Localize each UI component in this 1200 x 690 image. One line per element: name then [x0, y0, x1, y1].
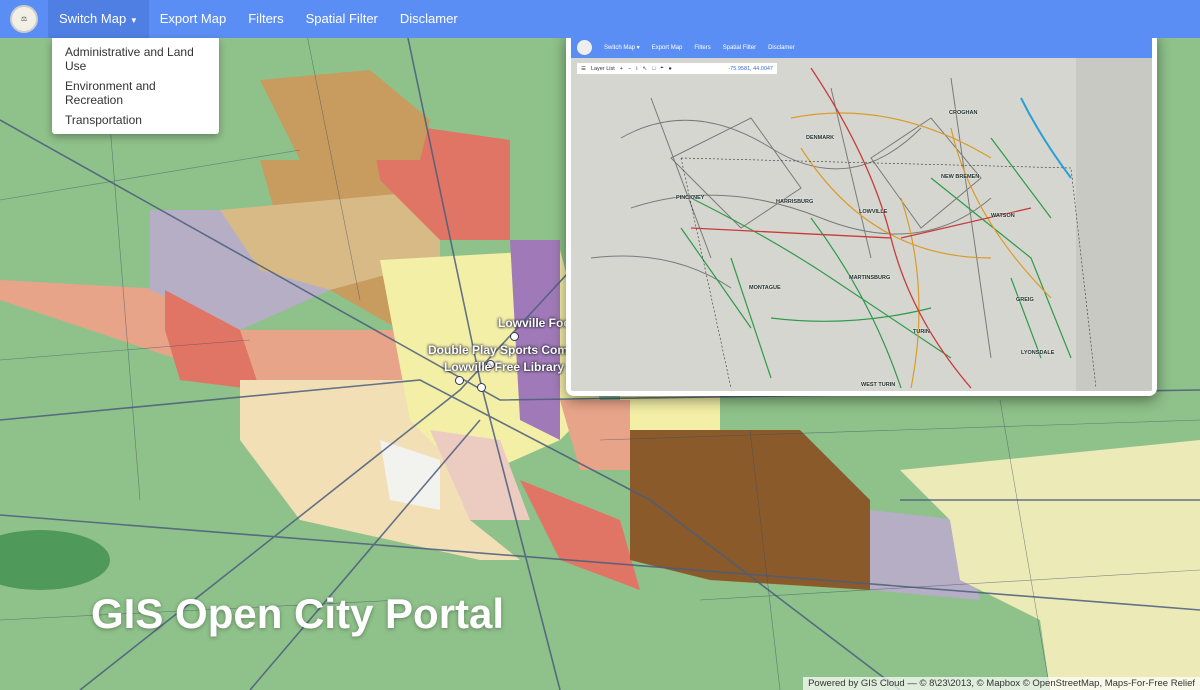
globe-icon: ●: [668, 65, 672, 72]
town-label: NEW BREMEN: [941, 174, 980, 180]
select-box-icon: □: [652, 65, 656, 72]
town-label: LOWVILLE: [859, 209, 888, 215]
inset-nav-disclamer: Disclamer: [768, 44, 795, 51]
town-label: GREIG: [1016, 297, 1034, 303]
inset-logo: [577, 40, 592, 55]
list-icon: ☰: [581, 65, 586, 72]
inset-map: [571, 58, 1152, 391]
nav-disclamer[interactable]: Disclamer: [389, 0, 469, 38]
town-label: WATSON: [991, 213, 1015, 219]
town-label: MONTAGUE: [749, 285, 781, 291]
town-label: DENMARK: [806, 135, 835, 141]
zoom-in-icon: +: [619, 65, 624, 72]
town-label: LYONSDALE: [1021, 350, 1055, 356]
caret-down-icon: ▼: [129, 16, 138, 25]
poi-marker[interactable]: [455, 376, 464, 385]
locate-icon: ⌖: [660, 65, 664, 71]
inset-nav-filters: Filters: [694, 44, 711, 51]
town-label: HARRISBURG: [776, 199, 814, 205]
switch-map-label: Switch Map: [59, 11, 127, 26]
nav-spatial-filter[interactable]: Spatial Filter: [295, 0, 389, 38]
nav-switch-map[interactable]: Switch Map ▼: [48, 0, 149, 38]
nav-export-map[interactable]: Export Map: [149, 0, 237, 38]
switch-map-dropdown: Administrative and Land Use Environment …: [52, 38, 219, 134]
top-navbar: ⚖ Switch Map ▼ Export Map Filters Spatia…: [0, 0, 1200, 38]
town-label: MARTINSBURG: [849, 275, 891, 281]
inset-toolbar: ☰ Layer List + − i ↖ □ ⌖ ● -75.9581, 44.…: [577, 63, 777, 74]
inset-nav-export-map: Export Map: [651, 44, 683, 51]
map-attribution: Powered by GIS Cloud — © 8\23\2013, © Ma…: [803, 677, 1200, 690]
inset-layer-list: Layer List: [590, 65, 615, 72]
menu-item-transportation[interactable]: Transportation: [52, 110, 219, 130]
town-label: WEST TURIN: [861, 382, 896, 388]
nav-filters[interactable]: Filters: [237, 0, 294, 38]
inset-navbar: Switch Map ▾ Export Map Filters Spatial …: [571, 37, 1152, 58]
menu-item-environment[interactable]: Environment and Recreation: [52, 76, 219, 110]
inset-coordinates: -75.9581, 44.0047: [728, 65, 773, 72]
map-label-library[interactable]: Lowville Free Library: [444, 360, 564, 374]
pointer-icon: ↖: [642, 65, 648, 72]
map-label-double-play[interactable]: Double Play Sports Comm: [428, 343, 579, 357]
info-icon: i: [636, 65, 638, 72]
town-label: CROGHAN: [949, 110, 978, 116]
inset-nav-switch-map: Switch Map ▾: [604, 45, 640, 51]
inset-nav-spatial-filter: Spatial Filter: [722, 44, 757, 51]
town-label: TURIN: [913, 329, 930, 335]
menu-item-administrative[interactable]: Administrative and Land Use: [52, 42, 219, 76]
town-label: PINCKNEY: [676, 195, 705, 201]
zoom-out-icon: −: [628, 65, 632, 72]
poi-marker[interactable]: [477, 383, 486, 392]
poi-marker[interactable]: [510, 332, 519, 341]
inset-screenshot-preview: Switch Map ▾ Export Map Filters Spatial …: [566, 32, 1157, 396]
page-title: GIS Open City Portal: [91, 590, 505, 637]
county-seal-logo[interactable]: ⚖: [10, 5, 38, 33]
